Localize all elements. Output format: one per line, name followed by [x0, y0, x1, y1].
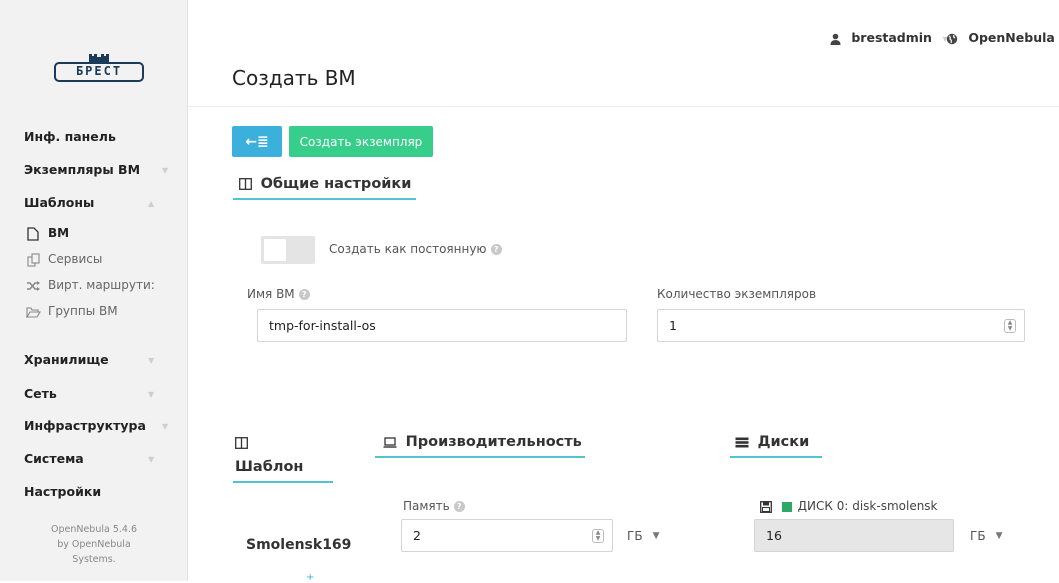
logo-text: БРЕСТ — [75, 64, 123, 78]
disk-unit: ГБ — [970, 528, 986, 543]
tab-label: Производительность — [405, 434, 582, 450]
user-icon — [830, 30, 845, 45]
columns-icon — [239, 176, 257, 192]
disk-size-value: 16 — [766, 528, 782, 543]
page-title: Создать ВМ — [232, 66, 356, 90]
vm-name-input[interactable]: tmp-for-install-os — [257, 309, 627, 342]
tab-underline — [375, 456, 585, 458]
memory-label-text: Память — [403, 499, 450, 513]
sidebar-item-label: ВМ — [48, 226, 70, 240]
toggle-knob — [264, 239, 286, 261]
zone-name: OpenNebula — [968, 30, 1055, 45]
tab-general-settings[interactable]: Общие настройки — [239, 176, 411, 192]
vendor-text: by OpenNebula — [57, 539, 131, 550]
tab-label: Диски — [757, 434, 810, 450]
vm-name-value: tmp-for-install-os — [269, 318, 376, 333]
vendor-text-2: Systems. — [72, 554, 116, 565]
disk-status-icon — [781, 501, 792, 512]
sidebar-item-system[interactable]: Система — [24, 451, 84, 466]
sidebar: БРЕСТ Инф. панель Экземпляры ВМ ▼ Шаблон… — [0, 0, 188, 581]
save-icon — [760, 499, 776, 513]
file-icon — [24, 226, 42, 241]
chevron-down-icon: ▼ — [652, 530, 660, 541]
sidebar-item-label: Группы ВМ — [48, 304, 118, 318]
sidebar-item-services[interactable]: Сервисы — [24, 252, 102, 267]
sidebar-item-storage[interactable]: Хранилище — [24, 352, 109, 367]
shuffle-icon — [24, 278, 42, 292]
chevron-down-icon: ▼ — [148, 390, 155, 399]
chevron-down-icon: ▼ — [162, 166, 169, 175]
tab-underline — [233, 481, 333, 483]
chevron-down-icon: ▼ — [148, 356, 155, 365]
disk-label: ДИСК 0: disk-smolensk — [760, 499, 938, 513]
help-icon[interactable]: ? — [490, 244, 502, 255]
back-to-list-button[interactable]: ←≣ — [232, 126, 282, 157]
sidebar-item-label: Вирт. маршрути: — [48, 278, 155, 292]
brand-logo[interactable]: БРЕСТ — [54, 52, 144, 82]
active-tab-underline — [233, 198, 416, 200]
create-instance-button[interactable]: Создать экземпляр — [289, 126, 433, 157]
help-icon[interactable]: ? — [298, 289, 310, 300]
help-icon[interactable]: ? — [453, 501, 465, 512]
sidebar-item-label: Сервисы — [48, 252, 103, 266]
sidebar-item-network[interactable]: Сеть — [24, 386, 57, 401]
username: brestadmin — [851, 30, 932, 45]
disk-unit-select[interactable]: ГБ ▼ — [970, 519, 1002, 552]
vm-name-label: Имя ВМ? — [247, 287, 310, 301]
instances-input[interactable]: 1 ▲ ▼ — [657, 309, 1025, 342]
chevron-down-icon: ▼ — [148, 455, 155, 464]
disk-size-input[interactable]: 16 — [754, 519, 954, 552]
sidebar-footer: OpenNebula 5.4.6 by OpenNebula Systems. — [0, 522, 188, 567]
memory-unit: ГБ — [627, 528, 643, 543]
zone-menu[interactable]: OpenNebula ▾ — [946, 30, 1059, 45]
version-text: OpenNebula 5.4.6 — [50, 524, 138, 535]
tab-template-icon-row — [235, 435, 248, 451]
chevron-down-icon: ▼ — [162, 422, 169, 431]
sidebar-item-templates[interactable]: Шаблоны — [24, 195, 94, 210]
instances-label: Количество экземпляров — [657, 287, 817, 301]
tab-label: Общие настройки — [260, 176, 412, 192]
sidebar-item-dashboard[interactable]: Инф. панель — [24, 129, 116, 144]
plus-icon[interactable]: + — [306, 573, 314, 583]
sidebar-item-settings[interactable]: Настройки — [24, 484, 101, 499]
columns-icon — [235, 435, 248, 451]
memory-input[interactable]: 2 ▲ ▼ — [401, 519, 613, 552]
memory-label: Память? — [403, 499, 465, 513]
persistent-label: Создать как постоянную? — [329, 242, 502, 256]
sidebar-item-vms[interactable]: Экземпляры ВМ — [24, 162, 140, 177]
tab-disks[interactable]: Диски — [735, 434, 809, 450]
persistent-label-text: Создать как постоянную — [329, 242, 487, 256]
chevron-down-icon: ▼ — [995, 530, 1003, 541]
persistent-toggle[interactable] — [261, 236, 315, 264]
sidebar-item-vrouters[interactable]: Вирт. маршрути: — [24, 278, 155, 292]
tab-underline — [730, 456, 822, 458]
memory-unit-select[interactable]: ГБ ▼ — [627, 519, 659, 552]
tab-template[interactable]: Шаблон — [235, 459, 303, 475]
globe-icon — [946, 30, 962, 45]
disk-label-text: ДИСК 0: disk-smolensk — [797, 499, 938, 513]
memory-value: 2 — [413, 528, 421, 543]
header-divider — [188, 106, 1059, 107]
laptop-icon — [383, 434, 402, 450]
stepper-icon[interactable]: ▲ ▼ — [1004, 319, 1016, 333]
user-menu[interactable]: brestadmin ▾ — [830, 30, 948, 45]
instances-value: 1 — [669, 318, 677, 333]
server-icon — [735, 434, 754, 450]
sidebar-item-infrastructure[interactable]: Инфраструктура — [24, 418, 146, 433]
folder-icon — [24, 304, 42, 318]
chevron-up-icon: ▲ — [148, 199, 155, 208]
tab-capacity[interactable]: Производительность — [383, 434, 582, 450]
sidebar-item-vm-groups[interactable]: Группы ВМ — [24, 304, 118, 318]
template-name: Smolensk169 — [246, 537, 352, 553]
stepper-icon[interactable]: ▲ ▼ — [592, 529, 604, 543]
sidebar-item-templates-vm[interactable]: ВМ — [24, 226, 69, 241]
vm-name-label-text: Имя ВМ — [247, 287, 295, 301]
copy-icon — [24, 252, 42, 267]
